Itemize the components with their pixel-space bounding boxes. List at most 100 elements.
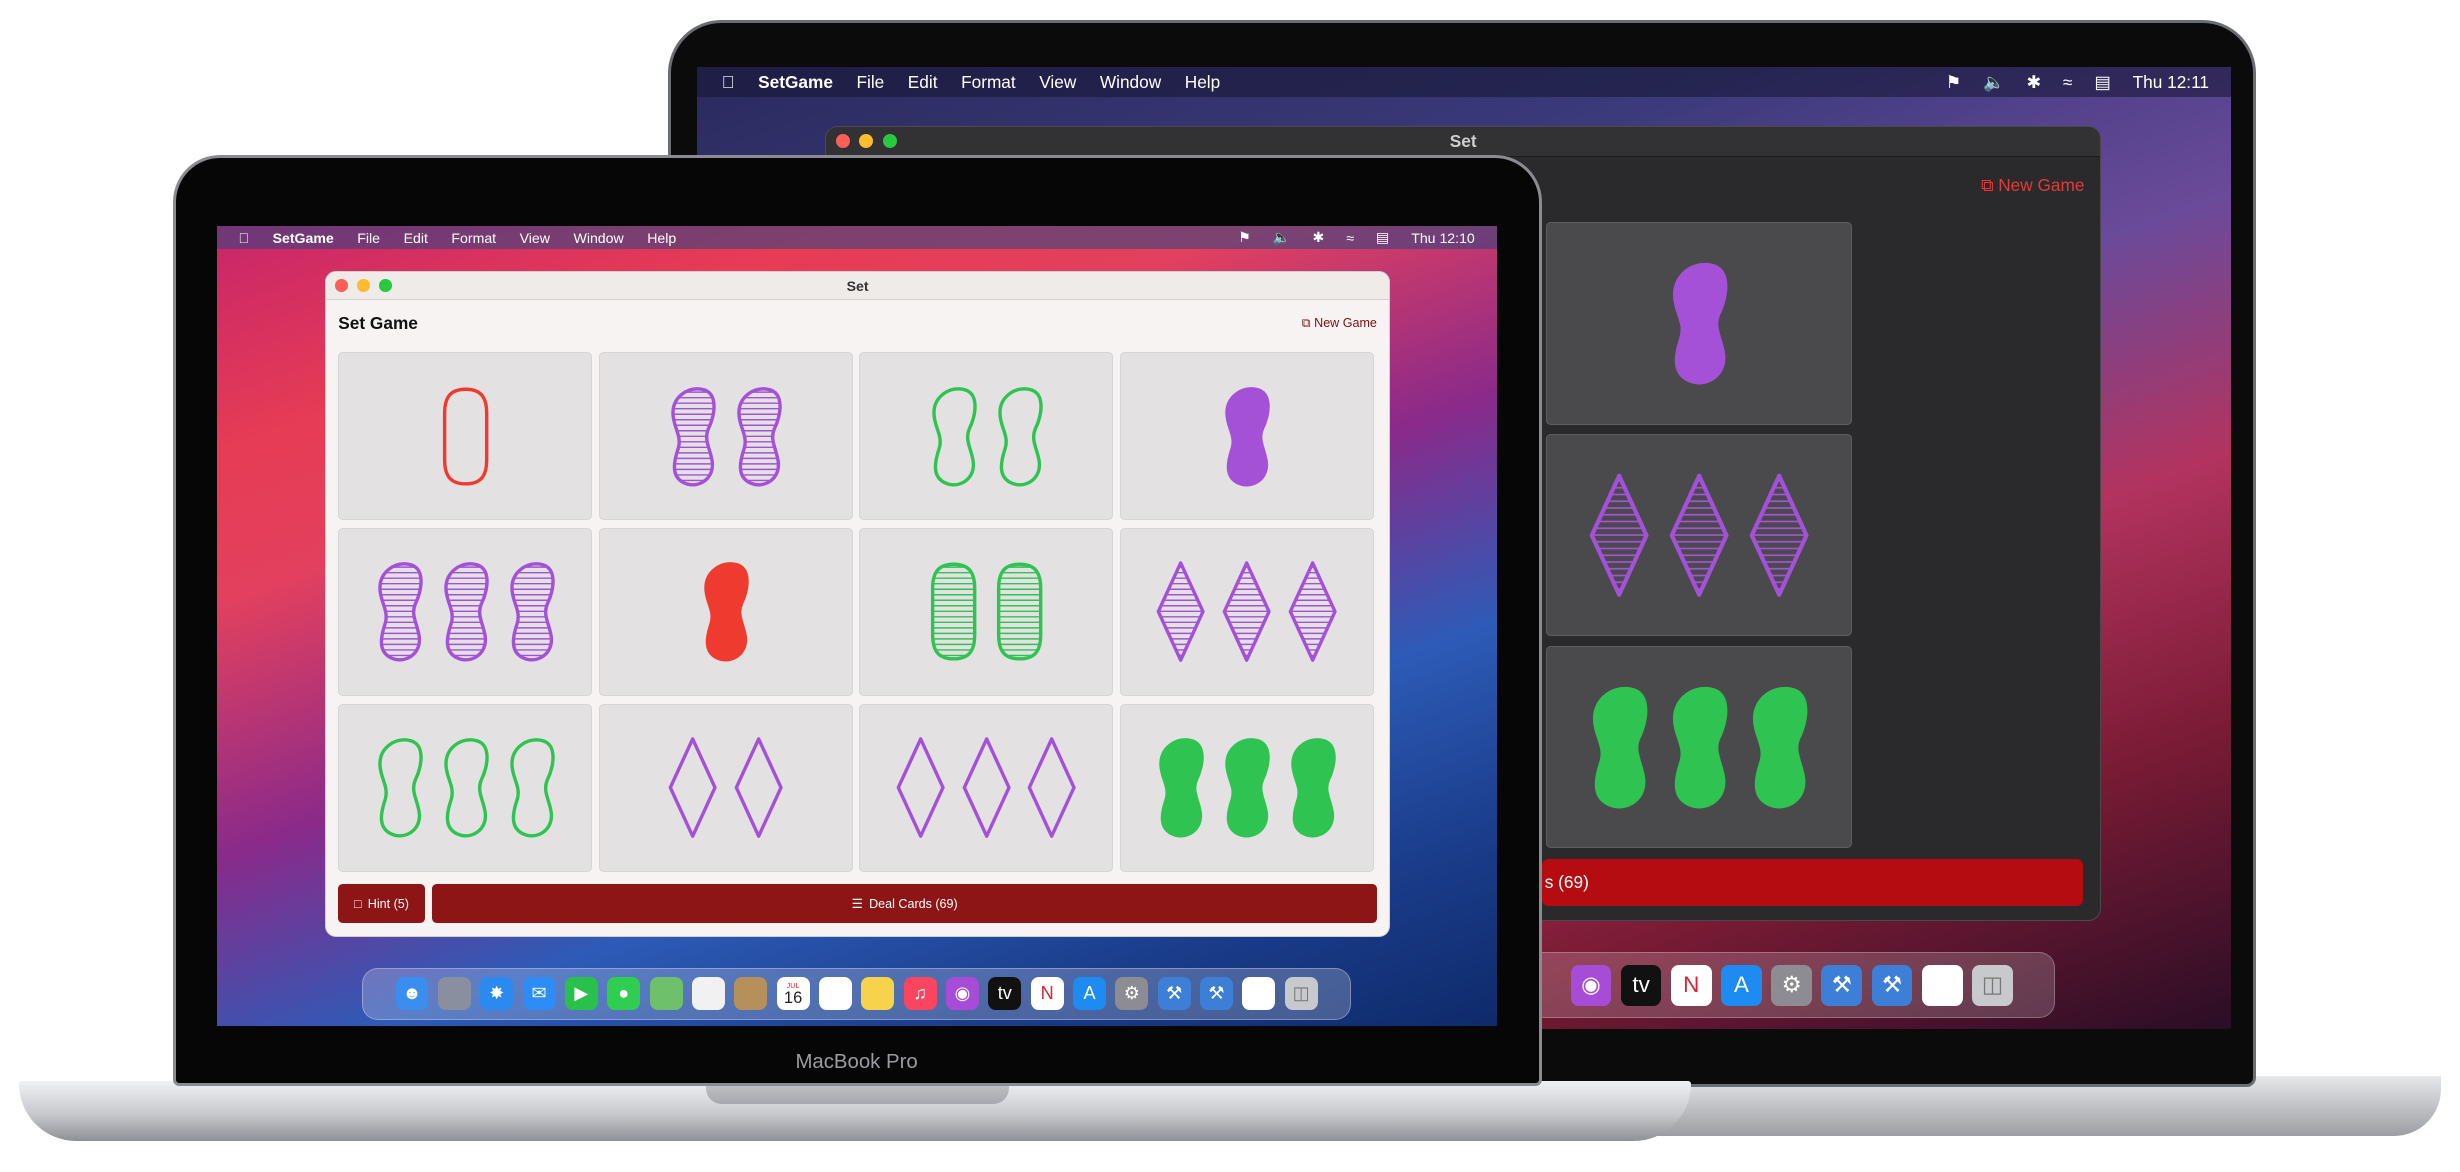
- instruments-icon[interactable]: ⚒: [1200, 977, 1233, 1011]
- squiggle-symbol: [1593, 686, 1648, 809]
- photos-icon[interactable]: [691, 977, 725, 1011]
- front-laptop-screen:  SetGame File Edit Format View Window H…: [216, 225, 1497, 1027]
- back-title-bar: Set: [826, 126, 2101, 158]
- set-card[interactable]: [859, 703, 1114, 872]
- app-store-icon[interactable]: A: [1073, 977, 1106, 1011]
- menu-file[interactable]: File: [856, 72, 884, 93]
- zoom-button[interactable]: [882, 134, 897, 149]
- menu-edit[interactable]: Edit: [404, 230, 428, 246]
- menu-file[interactable]: File: [357, 230, 380, 246]
- menu-view[interactable]: View: [520, 230, 550, 246]
- close-button[interactable]: [335, 279, 348, 292]
- set-card[interactable]: [859, 528, 1114, 696]
- podcasts-icon[interactable]: ◉: [1570, 964, 1612, 1006]
- facetime-icon[interactable]: ▶: [564, 977, 598, 1011]
- xcode-icon[interactable]: ⚒: [1157, 977, 1191, 1011]
- menu-edit[interactable]: Edit: [908, 72, 938, 93]
- setgame-icon[interactable]: [1242, 977, 1276, 1011]
- set-card[interactable]: [1119, 352, 1374, 521]
- close-button[interactable]: [835, 134, 850, 149]
- apple-menu-icon[interactable]: : [722, 72, 735, 93]
- calendar-icon[interactable]: JUL 16: [776, 977, 810, 1011]
- back-deal-button[interactable]: s (69): [1541, 859, 2083, 907]
- diamond-symbol: [1288, 561, 1337, 663]
- music-icon[interactable]: ♫: [903, 977, 937, 1011]
- minimize-button[interactable]: [357, 279, 370, 292]
- control-center-icon[interactable]: ▤: [1376, 229, 1389, 246]
- diamond-symbol: [896, 737, 945, 839]
- menu-window[interactable]: Window: [1100, 72, 1161, 93]
- menubar-clock[interactable]: Thu 12:10: [1411, 230, 1475, 246]
- squiggle-symbol: [443, 738, 489, 838]
- xcode-icon[interactable]: ⚒: [1821, 964, 1863, 1006]
- diamond-symbol: [1589, 473, 1649, 597]
- podcasts-icon[interactable]: ◉: [946, 977, 979, 1011]
- tv-icon[interactable]: tv: [1620, 964, 1662, 1006]
- setgame-icon[interactable]: [1921, 964, 1963, 1006]
- deal-cards-button[interactable]: ☰ Deal Cards (69): [432, 884, 1377, 924]
- system-preferences-icon[interactable]: ⚙: [1771, 964, 1813, 1006]
- maps-icon[interactable]: [649, 977, 683, 1011]
- safari-icon[interactable]: ✸: [480, 977, 514, 1011]
- set-card[interactable]: [338, 703, 593, 872]
- set-card[interactable]: [1546, 645, 1853, 849]
- set-card[interactable]: [598, 528, 853, 696]
- wifi-icon[interactable]: ≈: [2063, 72, 2072, 93]
- set-card[interactable]: [859, 352, 1114, 521]
- contacts-icon[interactable]: [734, 977, 768, 1011]
- menu-format[interactable]: Format: [961, 72, 1016, 93]
- back-new-game-button[interactable]: ⧉ New Game: [1981, 175, 2084, 196]
- mail-icon[interactable]: ✉: [522, 977, 556, 1011]
- trash-icon[interactable]: ◫: [1284, 977, 1318, 1011]
- menu-format[interactable]: Format: [451, 230, 496, 246]
- set-card[interactable]: [1119, 528, 1374, 696]
- menu-window[interactable]: Window: [574, 230, 624, 246]
- bluetooth-icon[interactable]: ✱: [2026, 72, 2040, 93]
- instruments-icon[interactable]: ⚒: [1871, 964, 1913, 1006]
- squiggle-symbol: [1225, 738, 1270, 838]
- flag-icon[interactable]: ⚑: [1946, 72, 1961, 93]
- wifi-icon[interactable]: ≈: [1346, 230, 1354, 246]
- news-icon[interactable]: N: [1030, 977, 1064, 1011]
- news-icon[interactable]: N: [1670, 964, 1712, 1006]
- set-card[interactable]: [1119, 703, 1374, 872]
- menu-help[interactable]: Help: [1185, 72, 1220, 93]
- reminders-icon[interactable]: [818, 977, 852, 1011]
- app-store-icon[interactable]: A: [1721, 964, 1762, 1006]
- stack-icon: ☰: [851, 897, 863, 912]
- flag-icon[interactable]: ⚑: [1238, 229, 1251, 246]
- set-card[interactable]: [1546, 434, 1853, 637]
- bluetooth-icon[interactable]: ✱: [1312, 229, 1324, 246]
- volume-icon[interactable]: 🔈: [1273, 229, 1291, 246]
- diamond-symbol: [1669, 473, 1729, 597]
- menu-help[interactable]: Help: [647, 230, 676, 246]
- set-card[interactable]: [338, 528, 593, 696]
- finder-icon[interactable]: ☻: [395, 977, 429, 1011]
- set-card[interactable]: [598, 352, 853, 521]
- new-game-button[interactable]: ⧉ New Game: [1302, 316, 1377, 331]
- apple-menu-icon[interactable]: : [238, 230, 249, 246]
- menu-view[interactable]: View: [1039, 72, 1076, 93]
- app-menu[interactable]: SetGame: [758, 72, 833, 93]
- menubar-clock[interactable]: Thu 12:11: [2133, 72, 2209, 93]
- launchpad-icon[interactable]: [437, 977, 471, 1011]
- minimize-button[interactable]: [859, 134, 874, 149]
- control-center-icon[interactable]: ▤: [2094, 72, 2110, 93]
- oval-symbol: [996, 563, 1042, 662]
- app-menu[interactable]: SetGame: [273, 230, 334, 246]
- squiggle-symbol: [509, 738, 555, 838]
- system-preferences-icon[interactable]: ⚙: [1115, 977, 1149, 1011]
- front-app-window: Set Set Game ⧉ New Game □ Hint (5) ☰ Dea…: [324, 271, 1391, 938]
- set-card[interactable]: [1546, 222, 1853, 425]
- zoom-button[interactable]: [379, 279, 392, 292]
- diamond-symbol: [1222, 561, 1271, 663]
- set-card[interactable]: [338, 352, 593, 521]
- trash-icon[interactable]: ◫: [1972, 964, 2013, 1006]
- notes-icon[interactable]: [861, 977, 895, 1011]
- tv-icon[interactable]: tv: [988, 977, 1022, 1011]
- messages-icon[interactable]: ●: [607, 977, 641, 1011]
- hint-button[interactable]: □ Hint (5): [338, 884, 425, 924]
- volume-icon[interactable]: 🔈: [1983, 72, 2004, 93]
- trackpad-notch: [706, 1082, 1009, 1105]
- set-card[interactable]: [598, 703, 853, 872]
